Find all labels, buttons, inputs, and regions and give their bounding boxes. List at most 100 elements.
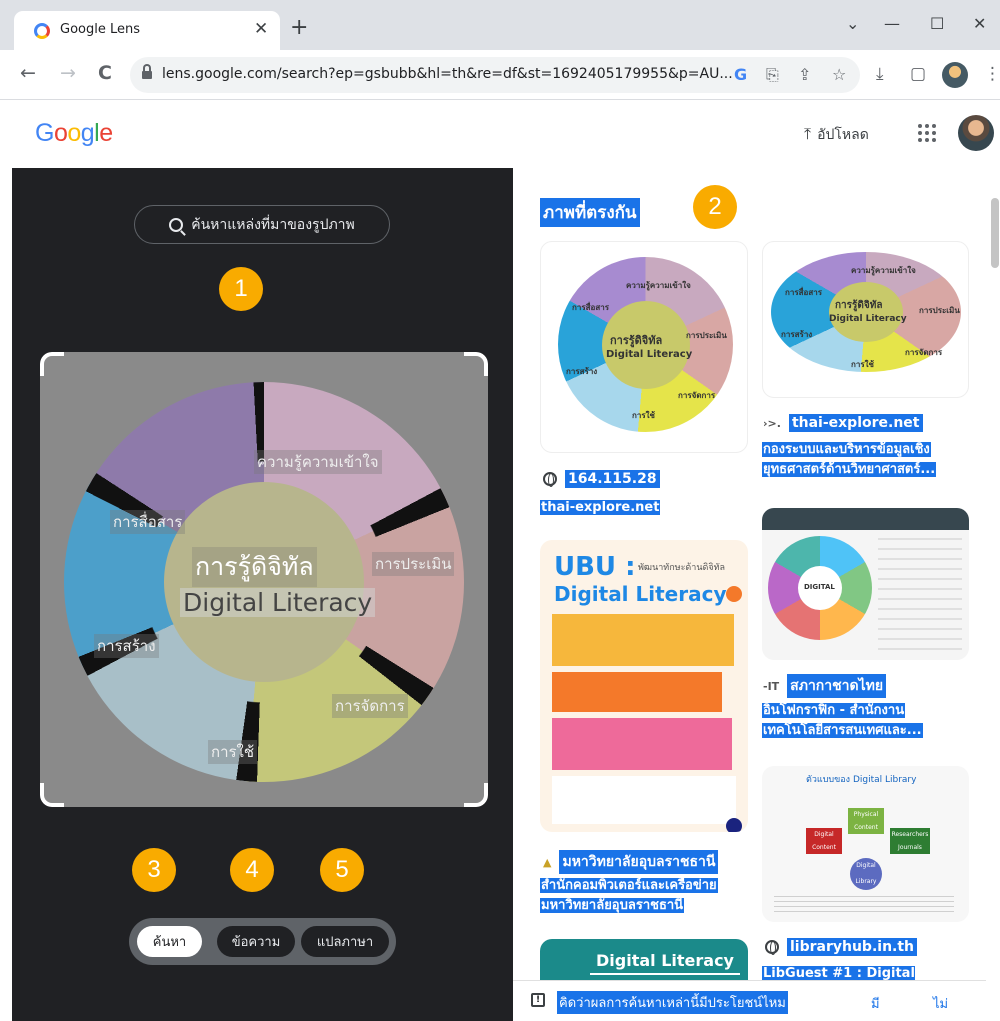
- image-crop-area[interactable]: ความรู้ความเข้าใจ การสื่อสาร การประเมิน …: [40, 352, 488, 807]
- result-site[interactable]: libraryhub.in.th: [765, 938, 918, 956]
- mode-search-button[interactable]: ค้นหา: [137, 926, 202, 957]
- google-logo[interactable]: Google: [35, 119, 113, 148]
- thai-explore-logo-icon: ›>.: [763, 416, 781, 430]
- ubu-logo-icon: ▲: [543, 855, 552, 869]
- diagram-box: Physical Content: [848, 808, 884, 834]
- result-site[interactable]: -IT สภากาชาดไทย: [763, 674, 887, 698]
- feedback-icon: !: [531, 993, 545, 1007]
- browser-menu-icon[interactable]: ⋮: [984, 64, 1000, 84]
- segment-label: การสร้าง: [94, 634, 159, 658]
- crop-handle-top-right[interactable]: [464, 352, 488, 376]
- annotation-badge-3: 3: [132, 848, 176, 892]
- address-bar[interactable]: lens.google.com/search?ep=gsbubb&hl=th&r…: [130, 57, 860, 93]
- result-image-card[interactable]: ความรู้ความเข้าใจ การสื่อสาร การประเมิน …: [540, 241, 748, 453]
- minimize-button[interactable]: —: [884, 14, 900, 33]
- crop-handle-bottom-right[interactable]: [464, 783, 488, 807]
- trc-logo-icon: -IT: [763, 679, 780, 693]
- crop-handle-top-left[interactable]: [40, 352, 64, 376]
- google-lens-favicon-icon: [34, 23, 50, 39]
- tab-title: Google Lens: [60, 22, 140, 37]
- result-title-line: เทคโนโลยีสารสนเทศและ...: [762, 723, 923, 738]
- upload-label: อัปโหลด: [817, 127, 869, 143]
- mini-wheel-label: ความรู้ความเข้าใจ: [851, 266, 916, 275]
- result-site[interactable]: 164.115.28: [543, 470, 660, 488]
- mode-translate-button[interactable]: แปลภาษา: [301, 926, 389, 957]
- upload-icon: ⤒: [804, 124, 812, 143]
- mini-wheel-label: การจัดการ: [678, 391, 716, 400]
- feedback-no-button[interactable]: ไม่: [933, 993, 948, 1014]
- poster-title: Digital Literacy: [554, 582, 727, 606]
- result-title[interactable]: กองระบบและบริหารข้อมูลเชิง ยุทธศาสตร์ด้า…: [762, 440, 962, 480]
- result-title-line: ยุทธศาสตร์ด้านวิทยาศาสตร์...: [762, 462, 937, 477]
- install-app-icon[interactable]: ⎘: [766, 65, 779, 85]
- feedback-question: คิดว่าผลการค้นหาเหล่านี้มีประโยชน์ไหม: [557, 991, 788, 1014]
- diagram-box: Digital Library: [850, 858, 882, 890]
- maximize-button[interactable]: ☐: [930, 14, 944, 33]
- lock-icon[interactable]: [142, 64, 152, 81]
- mode-text-button[interactable]: ข้อความ: [217, 926, 295, 957]
- result-title-line: อินโฟกราฟิก - สำนักงาน: [762, 703, 906, 718]
- result-title-text: thai-explore.net: [540, 500, 661, 515]
- result-title[interactable]: thai-explore.net: [540, 498, 740, 518]
- results-panel: ภาพที่ตรงกัน 2 ความรู้ความเข้าใจ การสื่อ…: [513, 168, 1000, 1021]
- browser-profile-avatar[interactable]: [942, 62, 968, 88]
- forward-button[interactable]: →: [60, 62, 76, 84]
- find-image-source-button[interactable]: ค้นหาแหล่งที่มาของรูปภาพ: [134, 205, 390, 244]
- segment-label: การจัดการ: [332, 694, 408, 718]
- mini-wheel-label: การใช้: [851, 360, 874, 369]
- download-icon[interactable]: ⤓: [876, 64, 884, 84]
- result-site[interactable]: ›>. thai-explore.net: [763, 414, 923, 432]
- url-text[interactable]: lens.google.com/search?ep=gsbubb&hl=th&r…: [162, 66, 733, 82]
- share-icon[interactable]: ⇪: [798, 65, 811, 84]
- annotation-badge-1: 1: [219, 267, 263, 311]
- mini-wheel-center: Digital Literacy: [606, 349, 693, 360]
- mini-wheel-center: การรู้ดิจิทัล: [835, 300, 883, 311]
- diagram-box: Digital Content: [806, 828, 842, 854]
- mini-wheel-label: การสร้าง: [566, 367, 598, 376]
- mini-wheel-label: การสื่อสาร: [785, 288, 822, 297]
- image-preview-panel: ค้นหาแหล่งที่มาของรูปภาพ 1 ความรู้ความเข…: [12, 168, 513, 1021]
- bookmark-star-icon[interactable]: ☆: [832, 65, 846, 84]
- diagram-box: Researchers Journals: [890, 828, 930, 854]
- tab-close-icon[interactable]: ✕: [254, 19, 268, 39]
- tab-search-icon[interactable]: ⌄: [846, 14, 859, 33]
- result-title-line: มหาวิทยาลัยอุบลราชธานี: [540, 898, 685, 913]
- back-button[interactable]: ←: [20, 62, 36, 84]
- mini-wheel-center: การรู้ดิจิทัล: [610, 334, 663, 347]
- account-avatar[interactable]: [958, 115, 994, 151]
- upload-button[interactable]: ⤒ อัปโหลด: [804, 124, 869, 146]
- result-image-card[interactable]: UBU : พัฒนาทักษะด้านดิจิทัล Digital Lite…: [540, 540, 748, 832]
- segment-label: ความรู้ความเข้าใจ: [254, 450, 382, 474]
- crop-handle-bottom-left[interactable]: [40, 783, 64, 807]
- browser-tab[interactable]: Google Lens ✕: [14, 11, 280, 50]
- lens-mode-selector: ค้นหา ข้อความ แปลภาษา: [129, 918, 396, 965]
- google-translate-icon[interactable]: G: [734, 65, 747, 84]
- result-image-card[interactable]: ตัวแบบของ Digital Library Digital Conten…: [762, 766, 969, 922]
- result-site[interactable]: ▲ มหาวิทยาลัยอุบลราชธานี: [543, 850, 719, 874]
- poster-title: Digital Literacy: [596, 951, 734, 970]
- mini-wheel-label: การประเมิน: [919, 306, 960, 315]
- annotation-badge-2: 2: [693, 185, 737, 229]
- result-title[interactable]: สำนักคอมพิวเตอร์และเครือข่าย มหาวิทยาลัย…: [540, 876, 750, 916]
- digital-literacy-wheel-image: ความรู้ความเข้าใจ การสื่อสาร การประเมิน …: [64, 382, 464, 782]
- feedback-bar: ! คิดว่าผลการค้นหาเหล่านี้มีประโยชน์ไหม …: [513, 980, 986, 1021]
- poster-title: UBU :: [554, 552, 636, 582]
- side-panel-icon[interactable]: ▢: [910, 64, 926, 84]
- new-tab-button[interactable]: +: [290, 17, 308, 39]
- result-site-name: thai-explore.net: [788, 414, 923, 432]
- find-image-source-label: ค้นหาแหล่งที่มาของรูปภาพ: [191, 216, 355, 233]
- results-scrollbar[interactable]: [991, 198, 999, 268]
- annotation-badge-4: 4: [230, 848, 274, 892]
- result-title[interactable]: อินโฟกราฟิก - สำนักงาน เทคโนโลยีสารสนเทศ…: [762, 701, 962, 741]
- result-image-card[interactable]: ความรู้ความเข้าใจ การสื่อสาร การประเมิน …: [762, 241, 969, 398]
- google-apps-icon[interactable]: [918, 124, 936, 142]
- feedback-yes-button[interactable]: มี: [871, 993, 880, 1014]
- result-image-card[interactable]: DIGITAL: [762, 508, 969, 660]
- diagram-heading: ตัวแบบของ Digital Library: [806, 775, 917, 785]
- results-title: ภาพที่ตรงกัน: [540, 198, 640, 227]
- close-window-button[interactable]: ✕: [973, 14, 986, 33]
- browser-tab-bar: Google Lens ✕ + ⌄ — ☐ ✕: [0, 0, 1000, 50]
- browser-toolbar: ← → C lens.google.com/search?ep=gsbubb&h…: [0, 50, 1000, 100]
- poster-subtitle: พัฒนาทักษะด้านดิจิทัล: [638, 563, 726, 573]
- reload-button[interactable]: C: [98, 62, 112, 84]
